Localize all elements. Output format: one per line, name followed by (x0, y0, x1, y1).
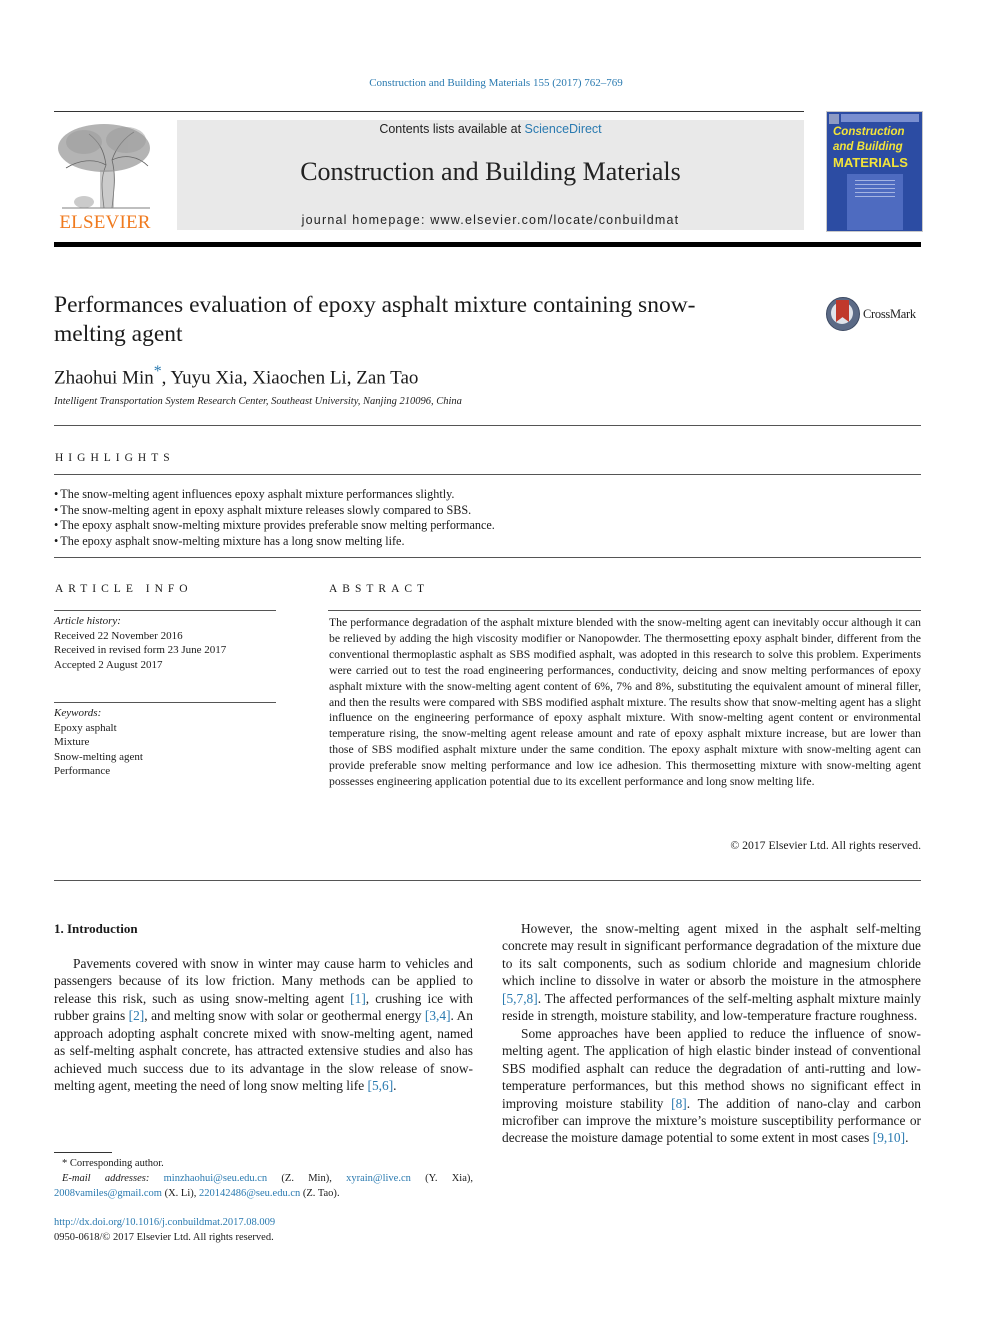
section-heading-introduction: 1. Introduction (54, 921, 138, 936)
email-link[interactable]: 2008vamiles@gmail.com (54, 1188, 162, 1199)
body-paragraph: Some approaches have been applied to red… (502, 1025, 921, 1147)
email-link[interactable]: minzhaohui@seu.edu.cn (164, 1173, 268, 1184)
citation-reference-link[interactable]: [8] (671, 1096, 687, 1111)
body-column-left: Pavements covered with snow in winter ma… (54, 955, 473, 1095)
keywords: Keywords: Epoxy asphalt Mixture Snow-mel… (54, 706, 284, 779)
contents-line: Contents lists available at ScienceDirec… (177, 122, 804, 136)
keywords-label: Keywords: (54, 707, 102, 719)
corresponding-author-note: * Corresponding author. (62, 1158, 164, 1169)
abstract-text: The performance degradation of the aspha… (329, 616, 921, 789)
keyword-item: Mixture (54, 736, 90, 748)
contents-prefix: Contents lists available at (379, 122, 525, 136)
sciencedirect-link[interactable]: ScienceDirect (525, 122, 602, 136)
author-affiliation: Intelligent Transportation System Resear… (54, 396, 462, 407)
footnote-rule (54, 1152, 112, 1153)
divider (328, 610, 921, 611)
citation-reference-link[interactable]: [9,10] (873, 1130, 905, 1145)
email-owner: (Z. Tao) (302, 1188, 337, 1199)
crossmark-label: CrossMark (863, 307, 916, 321)
header-top-rule (54, 111, 804, 112)
highlights-heading: HIGHLIGHTS (55, 452, 175, 464)
elsevier-logo[interactable]: ELSEVIER (54, 120, 156, 233)
highlight-item: The epoxy asphalt snow-melting mixture h… (54, 534, 914, 550)
cover-strip (841, 114, 919, 122)
history-item: Received in revised form 23 June 2017 (54, 644, 227, 656)
history-label: Article history: (54, 615, 121, 627)
citation-reference-link[interactable]: [5,7,8] (502, 991, 538, 1006)
author-list: Zhaohui Min*, Yuyu Xia, Xiaochen Li, Zan… (54, 363, 419, 389)
divider (54, 474, 921, 475)
keyword-item: Performance (54, 765, 111, 777)
article-history: Article history: Received 22 November 20… (54, 614, 284, 672)
cover-logo-icon (829, 114, 839, 124)
cover-title-line-3: MATERIALS (833, 155, 908, 170)
journal-homepage-link[interactable]: journal homepage: www.elsevier.com/locat… (177, 213, 804, 227)
email-label: E-mail addresses: (62, 1173, 150, 1184)
body-column-right: However, the snow-melting agent mixed in… (502, 920, 921, 1147)
citation-reference-link[interactable]: [2] (129, 1008, 145, 1023)
highlights-list: The snow-melting agent influences epoxy … (54, 487, 914, 549)
email-link[interactable]: xyrain@live.cn (346, 1173, 411, 1184)
body-text: . (905, 1130, 909, 1146)
article-info-heading: ARTICLE INFO (55, 583, 193, 595)
cover-title-line-1: Construction (833, 126, 905, 138)
body-paragraph: However, the snow-melting agent mixed in… (502, 920, 921, 1025)
author-name[interactable]: Xiaochen Li (252, 367, 346, 388)
email-owner: (Z. Min) (281, 1173, 330, 1184)
footnotes: * Corresponding author. E-mail addresses… (54, 1156, 473, 1201)
author-name[interactable]: Yuyu Xia (170, 367, 242, 388)
crossmark-button[interactable]: CrossMark (826, 297, 926, 333)
body-text: . (393, 1078, 397, 1094)
cover-title-line-2: and Building (833, 141, 903, 153)
divider (54, 425, 921, 426)
divider (54, 702, 276, 703)
highlight-item: The snow-melting agent in epoxy asphalt … (54, 503, 914, 519)
body-text: , and melting snow with solar or geother… (144, 1008, 425, 1024)
email-addresses: E-mail addresses: minzhaohui@seu.edu.cn … (54, 1173, 474, 1199)
journal-header-band: Contents lists available at ScienceDirec… (177, 120, 804, 230)
corresponding-author-marker[interactable]: * (154, 363, 162, 380)
issn-copyright: 0950-0618/© 2017 Elsevier Ltd. All right… (54, 1231, 274, 1243)
citation-reference-link[interactable]: [3,4] (425, 1008, 451, 1023)
doi-block: http://dx.doi.org/10.1016/j.conbuildmat.… (54, 1216, 473, 1245)
divider (54, 880, 921, 881)
highlight-item: The epoxy asphalt snow-melting mixture p… (54, 518, 914, 534)
body-text: . The affected performances of the self-… (502, 990, 921, 1024)
doi-link[interactable]: http://dx.doi.org/10.1016/j.conbuildmat.… (54, 1216, 473, 1231)
email-owner: (X. Li) (164, 1188, 194, 1199)
history-item: Received 22 November 2016 (54, 629, 183, 642)
cover-subtitle-lines (855, 180, 895, 200)
author-name[interactable]: Zan Tao (356, 367, 418, 388)
elsevier-wordmark: ELSEVIER (59, 212, 151, 233)
header-thick-rule (54, 242, 921, 247)
citation-reference-link[interactable]: [5,6] (368, 1078, 394, 1093)
journal-citation-link[interactable]: Construction and Building Materials 155 … (0, 77, 992, 89)
journal-cover-thumbnail[interactable]: Construction and Building MATERIALS (826, 111, 923, 232)
divider (54, 557, 921, 558)
article-title: Performances evaluation of epoxy asphalt… (54, 292, 696, 347)
highlight-item: The snow-melting agent influences epoxy … (54, 487, 914, 503)
divider (54, 610, 276, 611)
body-text: However, the snow-melting agent mixed in… (502, 921, 921, 989)
elsevier-tree-icon (58, 124, 150, 209)
email-owner: (Y. Xia) (425, 1173, 471, 1184)
email-link[interactable]: 220142486@seu.edu.cn (199, 1188, 300, 1199)
body-paragraph: Pavements covered with snow in winter ma… (54, 955, 473, 1095)
abstract-copyright: © 2017 Elsevier Ltd. All rights reserved… (730, 839, 921, 852)
journal-title: Construction and Building Materials (300, 157, 681, 186)
keyword-item: Snow-melting agent (54, 750, 143, 763)
history-item: Accepted 2 August 2017 (54, 658, 163, 671)
citation-reference-link[interactable]: [1] (350, 991, 366, 1006)
abstract-heading: ABSTRACT (329, 583, 430, 595)
keyword-item: Epoxy asphalt (54, 721, 117, 734)
author-name[interactable]: Zhaohui Min (54, 367, 154, 388)
